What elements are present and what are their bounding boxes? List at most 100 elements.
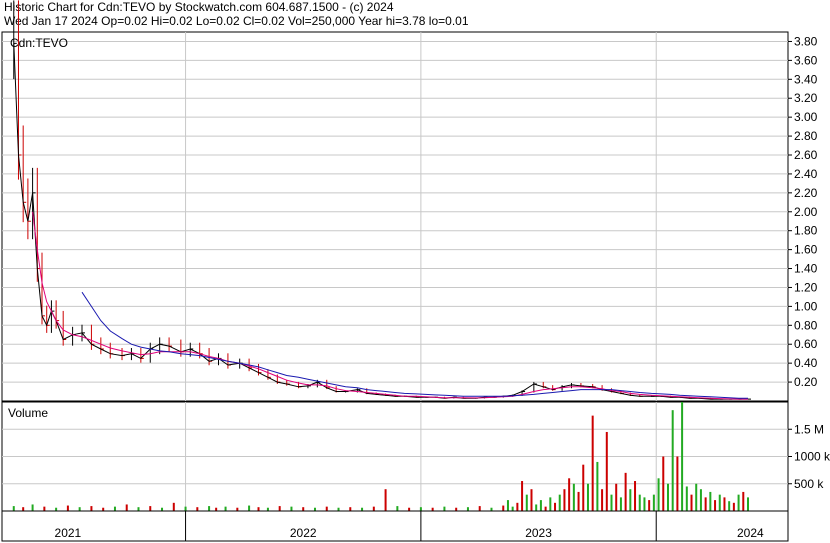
volume-bar bbox=[43, 506, 46, 511]
volume-bar bbox=[572, 483, 575, 511]
volume-bar bbox=[172, 502, 175, 511]
volume-bar bbox=[643, 497, 646, 511]
volume-bar bbox=[149, 506, 152, 511]
volume-bar bbox=[662, 456, 665, 511]
price-tick-label: 3.60 bbox=[794, 53, 818, 67]
volume-bar bbox=[22, 507, 25, 511]
volume-bar bbox=[568, 478, 571, 511]
volume-bar bbox=[652, 494, 655, 511]
volume-bar bbox=[516, 502, 519, 511]
volume-label: Volume bbox=[8, 406, 48, 420]
volume-bar bbox=[349, 507, 352, 511]
x-axis-year-label: 2023 bbox=[525, 526, 552, 540]
volume-bar bbox=[521, 481, 524, 511]
volume-bar bbox=[723, 497, 726, 511]
price-tick-label: 1.80 bbox=[794, 224, 818, 238]
volume-bar bbox=[746, 497, 749, 511]
volume-bar bbox=[596, 461, 599, 511]
volume-bar bbox=[666, 483, 669, 511]
volume-bar bbox=[699, 489, 702, 511]
volume-panel: 1.5 M 1000 k 500 k Volume bbox=[1, 401, 830, 512]
volume-bar bbox=[732, 502, 735, 511]
volume-bar bbox=[525, 494, 528, 511]
volume-bar bbox=[558, 494, 561, 511]
volume-bar bbox=[511, 506, 514, 511]
volume-tick-label: 1000 k bbox=[794, 450, 830, 464]
x-axis-year-label: 2024 bbox=[737, 526, 764, 540]
price-tick-label: 2.80 bbox=[794, 129, 818, 143]
volume-tick-label: 1.5 M bbox=[794, 422, 824, 436]
volume-bar bbox=[506, 500, 509, 511]
volume-bar bbox=[728, 501, 731, 511]
volume-bar bbox=[66, 505, 69, 511]
volume-bar bbox=[638, 494, 641, 511]
price-tick-label: 2.60 bbox=[794, 148, 818, 162]
price-tick-label: 3.20 bbox=[794, 91, 818, 105]
volume-bar bbox=[113, 506, 116, 511]
volume-bar bbox=[601, 489, 604, 511]
price-tick-label: 1.40 bbox=[794, 262, 818, 276]
x-axis: 2021 2022 2023 2024 bbox=[1, 510, 789, 542]
volume-bar bbox=[671, 410, 674, 511]
volume-bar bbox=[704, 497, 707, 511]
volume-bar bbox=[325, 506, 328, 511]
volume-bar bbox=[535, 504, 538, 511]
x-axis-year-label: 2021 bbox=[55, 526, 82, 540]
volume-bar bbox=[714, 500, 717, 511]
price-tick-label: 3.80 bbox=[794, 34, 818, 48]
price-tick-label: 1.00 bbox=[794, 299, 818, 313]
volume-bar bbox=[681, 402, 684, 511]
volume-bar bbox=[648, 500, 651, 511]
volume-bar bbox=[78, 507, 81, 511]
volume-bar bbox=[615, 483, 618, 511]
volume-bar bbox=[563, 489, 566, 511]
price-tick-label: 3.40 bbox=[794, 72, 818, 86]
price-tick-label: 0.60 bbox=[794, 337, 818, 351]
volume-bar bbox=[742, 491, 745, 511]
price-tick-label: 0.20 bbox=[794, 375, 818, 389]
price-tick-label: 1.20 bbox=[794, 280, 818, 294]
volume-bar bbox=[224, 506, 227, 511]
volume-bar bbox=[90, 506, 93, 511]
volume-bar bbox=[685, 486, 688, 511]
price-tick-label: 2.40 bbox=[794, 167, 818, 181]
price-tick-label: 3.00 bbox=[794, 110, 818, 124]
volume-bar bbox=[737, 494, 740, 511]
volume-bar bbox=[709, 491, 712, 511]
volume-bar bbox=[196, 507, 199, 511]
volume-bar bbox=[718, 494, 721, 511]
volume-bar bbox=[290, 506, 293, 511]
volume-bar bbox=[443, 506, 446, 511]
volume-bar bbox=[544, 506, 547, 511]
volume-bar bbox=[695, 483, 698, 511]
volume-bar bbox=[629, 489, 632, 511]
price-tick-label: 0.80 bbox=[794, 318, 818, 332]
price-tick-label: 1.60 bbox=[794, 243, 818, 257]
volume-bar bbox=[125, 504, 128, 511]
volume-bar bbox=[257, 507, 260, 511]
volume-bar bbox=[624, 472, 627, 511]
volume-bar bbox=[278, 506, 281, 511]
x-axis-frame bbox=[1, 510, 789, 542]
volume-bar bbox=[137, 507, 140, 511]
price-plot-frame bbox=[1, 31, 789, 402]
volume-tick-label: 500 k bbox=[794, 477, 824, 491]
price-tick-label: 2.20 bbox=[794, 186, 818, 200]
volume-bar bbox=[634, 481, 637, 511]
volume-bar bbox=[554, 502, 557, 511]
volume-bar bbox=[31, 504, 34, 511]
volume-bar bbox=[619, 497, 622, 511]
volume-bar bbox=[248, 505, 251, 511]
volume-bar bbox=[539, 500, 542, 511]
volume-bar bbox=[530, 489, 533, 511]
volume-bar bbox=[605, 431, 608, 511]
volume-bar bbox=[502, 505, 505, 511]
volume-bar bbox=[586, 483, 589, 511]
volume-bar bbox=[478, 506, 481, 511]
price-tick-label: 0.40 bbox=[794, 356, 818, 370]
volume-bar bbox=[582, 464, 585, 511]
volume-bar bbox=[372, 506, 375, 511]
volume-bar bbox=[419, 507, 422, 511]
x-axis-year-label: 2022 bbox=[290, 526, 317, 540]
price-panel: 3.80 3.60 3.40 3.20 3.00 2.80 2.60 2.40 2.20 2.00… bbox=[1, 0, 818, 402]
